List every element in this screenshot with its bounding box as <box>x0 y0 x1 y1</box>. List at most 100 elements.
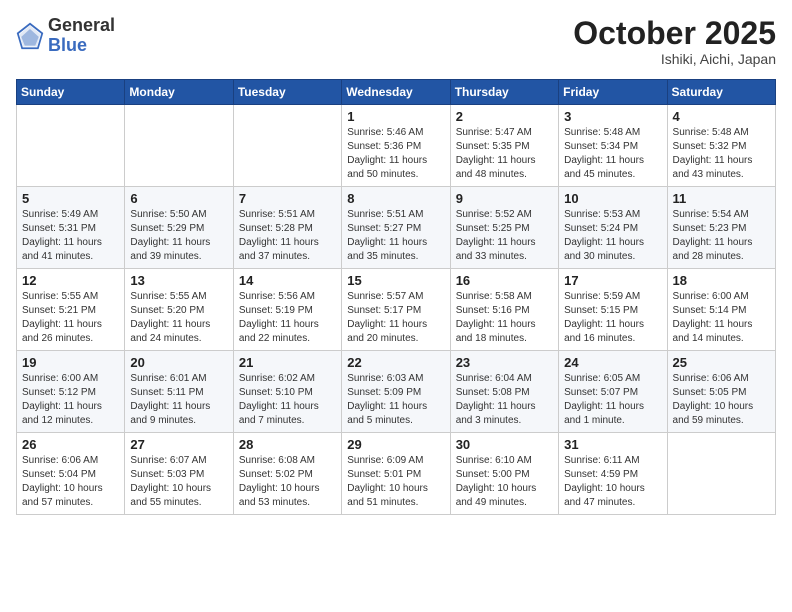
day-number: 17 <box>564 273 661 288</box>
day-number: 2 <box>456 109 553 124</box>
month-title: October 2025 <box>573 16 776 51</box>
calendar-cell: 11Sunrise: 5:54 AM Sunset: 5:23 PM Dayli… <box>667 187 775 269</box>
day-detail: Sunrise: 5:48 AM Sunset: 5:32 PM Dayligh… <box>673 126 770 182</box>
day-number: 8 <box>347 191 444 206</box>
day-detail: Sunrise: 6:04 AM Sunset: 5:08 PM Dayligh… <box>456 372 553 428</box>
calendar-cell: 14 Sunrise: 5:56 AM Sunset: 5:19 PM Dayli… <box>233 269 341 351</box>
calendar-cell: 27 Sunrise: 6:07 AM Sunset: 5:03 PM Dayli… <box>125 433 233 515</box>
calendar-cell: 22Sunrise: 6:03 AM Sunset: 5:09 PM Dayli… <box>342 351 450 433</box>
calendar-cell: 1Sunrise: 5:46 AM Sunset: 5:36 PM Daylig… <box>342 105 450 187</box>
day-detail: Sunrise: 6:11 AM Sunset: 4:59 PM Dayligh… <box>564 454 661 510</box>
day-number: 23 <box>456 355 553 370</box>
calendar-cell: 6 Sunrise: 5:50 AM Sunset: 5:29 PM Daylig… <box>125 187 233 269</box>
calendar-week-row: 19 Sunrise: 6:00 AM Sunset: 5:12 PM Dayli… <box>17 351 776 433</box>
day-number: 16 <box>456 273 553 288</box>
logo-text: General Blue <box>48 16 115 56</box>
logo-icon <box>16 22 44 50</box>
calendar-cell: 24Sunrise: 6:05 AM Sunset: 5:07 PM Dayli… <box>559 351 667 433</box>
day-number: 15 <box>347 273 444 288</box>
day-detail: Sunrise: 6:06 AM Sunset: 5:04 PM Dayligh… <box>22 454 119 510</box>
day-number: 12 <box>22 273 119 288</box>
day-number: 30 <box>456 437 553 452</box>
calendar-cell: 7 Sunrise: 5:51 AM Sunset: 5:28 PM Daylig… <box>233 187 341 269</box>
day-number: 5 <box>22 191 119 206</box>
day-number: 7 <box>239 191 336 206</box>
calendar-cell: 18 Sunrise: 6:00 AM Sunset: 5:14 PM Dayli… <box>667 269 775 351</box>
day-number: 3 <box>564 109 661 124</box>
calendar-header-tuesday: Tuesday <box>233 80 341 105</box>
calendar-header-sunday: Sunday <box>17 80 125 105</box>
day-number: 14 <box>239 273 336 288</box>
calendar-cell: 26 Sunrise: 6:06 AM Sunset: 5:04 PM Dayli… <box>17 433 125 515</box>
day-detail: Sunrise: 5:52 AM Sunset: 5:25 PM Dayligh… <box>456 208 553 264</box>
calendar-week-row: 1Sunrise: 5:46 AM Sunset: 5:36 PM Daylig… <box>17 105 776 187</box>
day-number: 21 <box>239 355 336 370</box>
calendar-cell <box>233 105 341 187</box>
day-detail: Sunrise: 5:56 AM Sunset: 5:19 PM Dayligh… <box>239 290 336 346</box>
calendar-cell: 10 Sunrise: 5:53 AM Sunset: 5:24 PM Dayli… <box>559 187 667 269</box>
calendar-cell: 2 Sunrise: 5:47 AM Sunset: 5:35 PM Daylig… <box>450 105 558 187</box>
calendar-week-row: 26 Sunrise: 6:06 AM Sunset: 5:04 PM Dayli… <box>17 433 776 515</box>
calendar-week-row: 5Sunrise: 5:49 AM Sunset: 5:31 PM Daylig… <box>17 187 776 269</box>
calendar-cell: 28Sunrise: 6:08 AM Sunset: 5:02 PM Dayli… <box>233 433 341 515</box>
day-number: 6 <box>130 191 227 206</box>
day-detail: Sunrise: 5:59 AM Sunset: 5:15 PM Dayligh… <box>564 290 661 346</box>
day-number: 29 <box>347 437 444 452</box>
calendar-cell: 20 Sunrise: 6:01 AM Sunset: 5:11 PM Dayli… <box>125 351 233 433</box>
calendar-header-friday: Friday <box>559 80 667 105</box>
calendar-cell: 12 Sunrise: 5:55 AM Sunset: 5:21 PM Dayli… <box>17 269 125 351</box>
calendar-cell: 16 Sunrise: 5:58 AM Sunset: 5:16 PM Dayli… <box>450 269 558 351</box>
day-number: 10 <box>564 191 661 206</box>
day-number: 18 <box>673 273 770 288</box>
logo-general: General <box>48 15 115 35</box>
day-number: 20 <box>130 355 227 370</box>
page-header: General Blue October 2025 Ishiki, Aichi,… <box>16 16 776 67</box>
day-detail: Sunrise: 5:51 AM Sunset: 5:28 PM Dayligh… <box>239 208 336 264</box>
calendar-cell <box>17 105 125 187</box>
day-detail: Sunrise: 6:00 AM Sunset: 5:12 PM Dayligh… <box>22 372 119 428</box>
calendar-cell: 30 Sunrise: 6:10 AM Sunset: 5:00 PM Dayli… <box>450 433 558 515</box>
calendar-header-thursday: Thursday <box>450 80 558 105</box>
day-detail: Sunrise: 5:47 AM Sunset: 5:35 PM Dayligh… <box>456 126 553 182</box>
calendar-cell: 5Sunrise: 5:49 AM Sunset: 5:31 PM Daylig… <box>17 187 125 269</box>
day-detail: Sunrise: 5:50 AM Sunset: 5:29 PM Dayligh… <box>130 208 227 264</box>
calendar-week-row: 12 Sunrise: 5:55 AM Sunset: 5:21 PM Dayli… <box>17 269 776 351</box>
calendar-cell: 3Sunrise: 5:48 AM Sunset: 5:34 PM Daylig… <box>559 105 667 187</box>
calendar-cell: 9Sunrise: 5:52 AM Sunset: 5:25 PM Daylig… <box>450 187 558 269</box>
day-detail: Sunrise: 5:57 AM Sunset: 5:17 PM Dayligh… <box>347 290 444 346</box>
calendar-cell: 29Sunrise: 6:09 AM Sunset: 5:01 PM Dayli… <box>342 433 450 515</box>
day-detail: Sunrise: 5:55 AM Sunset: 5:21 PM Dayligh… <box>22 290 119 346</box>
day-number: 26 <box>22 437 119 452</box>
day-number: 25 <box>673 355 770 370</box>
day-detail: Sunrise: 6:01 AM Sunset: 5:11 PM Dayligh… <box>130 372 227 428</box>
day-detail: Sunrise: 6:10 AM Sunset: 5:00 PM Dayligh… <box>456 454 553 510</box>
day-detail: Sunrise: 5:54 AM Sunset: 5:23 PM Dayligh… <box>673 208 770 264</box>
calendar-header-wednesday: Wednesday <box>342 80 450 105</box>
calendar-cell: 25 Sunrise: 6:06 AM Sunset: 5:05 PM Dayli… <box>667 351 775 433</box>
location: Ishiki, Aichi, Japan <box>573 51 776 67</box>
day-number: 27 <box>130 437 227 452</box>
calendar-cell: 13 Sunrise: 5:55 AM Sunset: 5:20 PM Dayli… <box>125 269 233 351</box>
day-detail: Sunrise: 5:53 AM Sunset: 5:24 PM Dayligh… <box>564 208 661 264</box>
calendar-cell <box>125 105 233 187</box>
day-detail: Sunrise: 6:05 AM Sunset: 5:07 PM Dayligh… <box>564 372 661 428</box>
day-detail: Sunrise: 5:55 AM Sunset: 5:20 PM Dayligh… <box>130 290 227 346</box>
calendar-cell: 4Sunrise: 5:48 AM Sunset: 5:32 PM Daylig… <box>667 105 775 187</box>
calendar-header-saturday: Saturday <box>667 80 775 105</box>
day-number: 13 <box>130 273 227 288</box>
logo-blue: Blue <box>48 35 87 55</box>
day-number: 22 <box>347 355 444 370</box>
day-detail: Sunrise: 6:08 AM Sunset: 5:02 PM Dayligh… <box>239 454 336 510</box>
logo: General Blue <box>16 16 115 56</box>
day-detail: Sunrise: 6:07 AM Sunset: 5:03 PM Dayligh… <box>130 454 227 510</box>
day-detail: Sunrise: 6:00 AM Sunset: 5:14 PM Dayligh… <box>673 290 770 346</box>
calendar-cell: 17 Sunrise: 5:59 AM Sunset: 5:15 PM Dayli… <box>559 269 667 351</box>
calendar-cell: 21 Sunrise: 6:02 AM Sunset: 5:10 PM Dayli… <box>233 351 341 433</box>
day-detail: Sunrise: 5:58 AM Sunset: 5:16 PM Dayligh… <box>456 290 553 346</box>
day-detail: Sunrise: 6:02 AM Sunset: 5:10 PM Dayligh… <box>239 372 336 428</box>
day-detail: Sunrise: 6:06 AM Sunset: 5:05 PM Dayligh… <box>673 372 770 428</box>
calendar-table: SundayMondayTuesdayWednesdayThursdayFrid… <box>16 79 776 515</box>
day-number: 19 <box>22 355 119 370</box>
title-block: October 2025 Ishiki, Aichi, Japan <box>573 16 776 67</box>
calendar-cell <box>667 433 775 515</box>
